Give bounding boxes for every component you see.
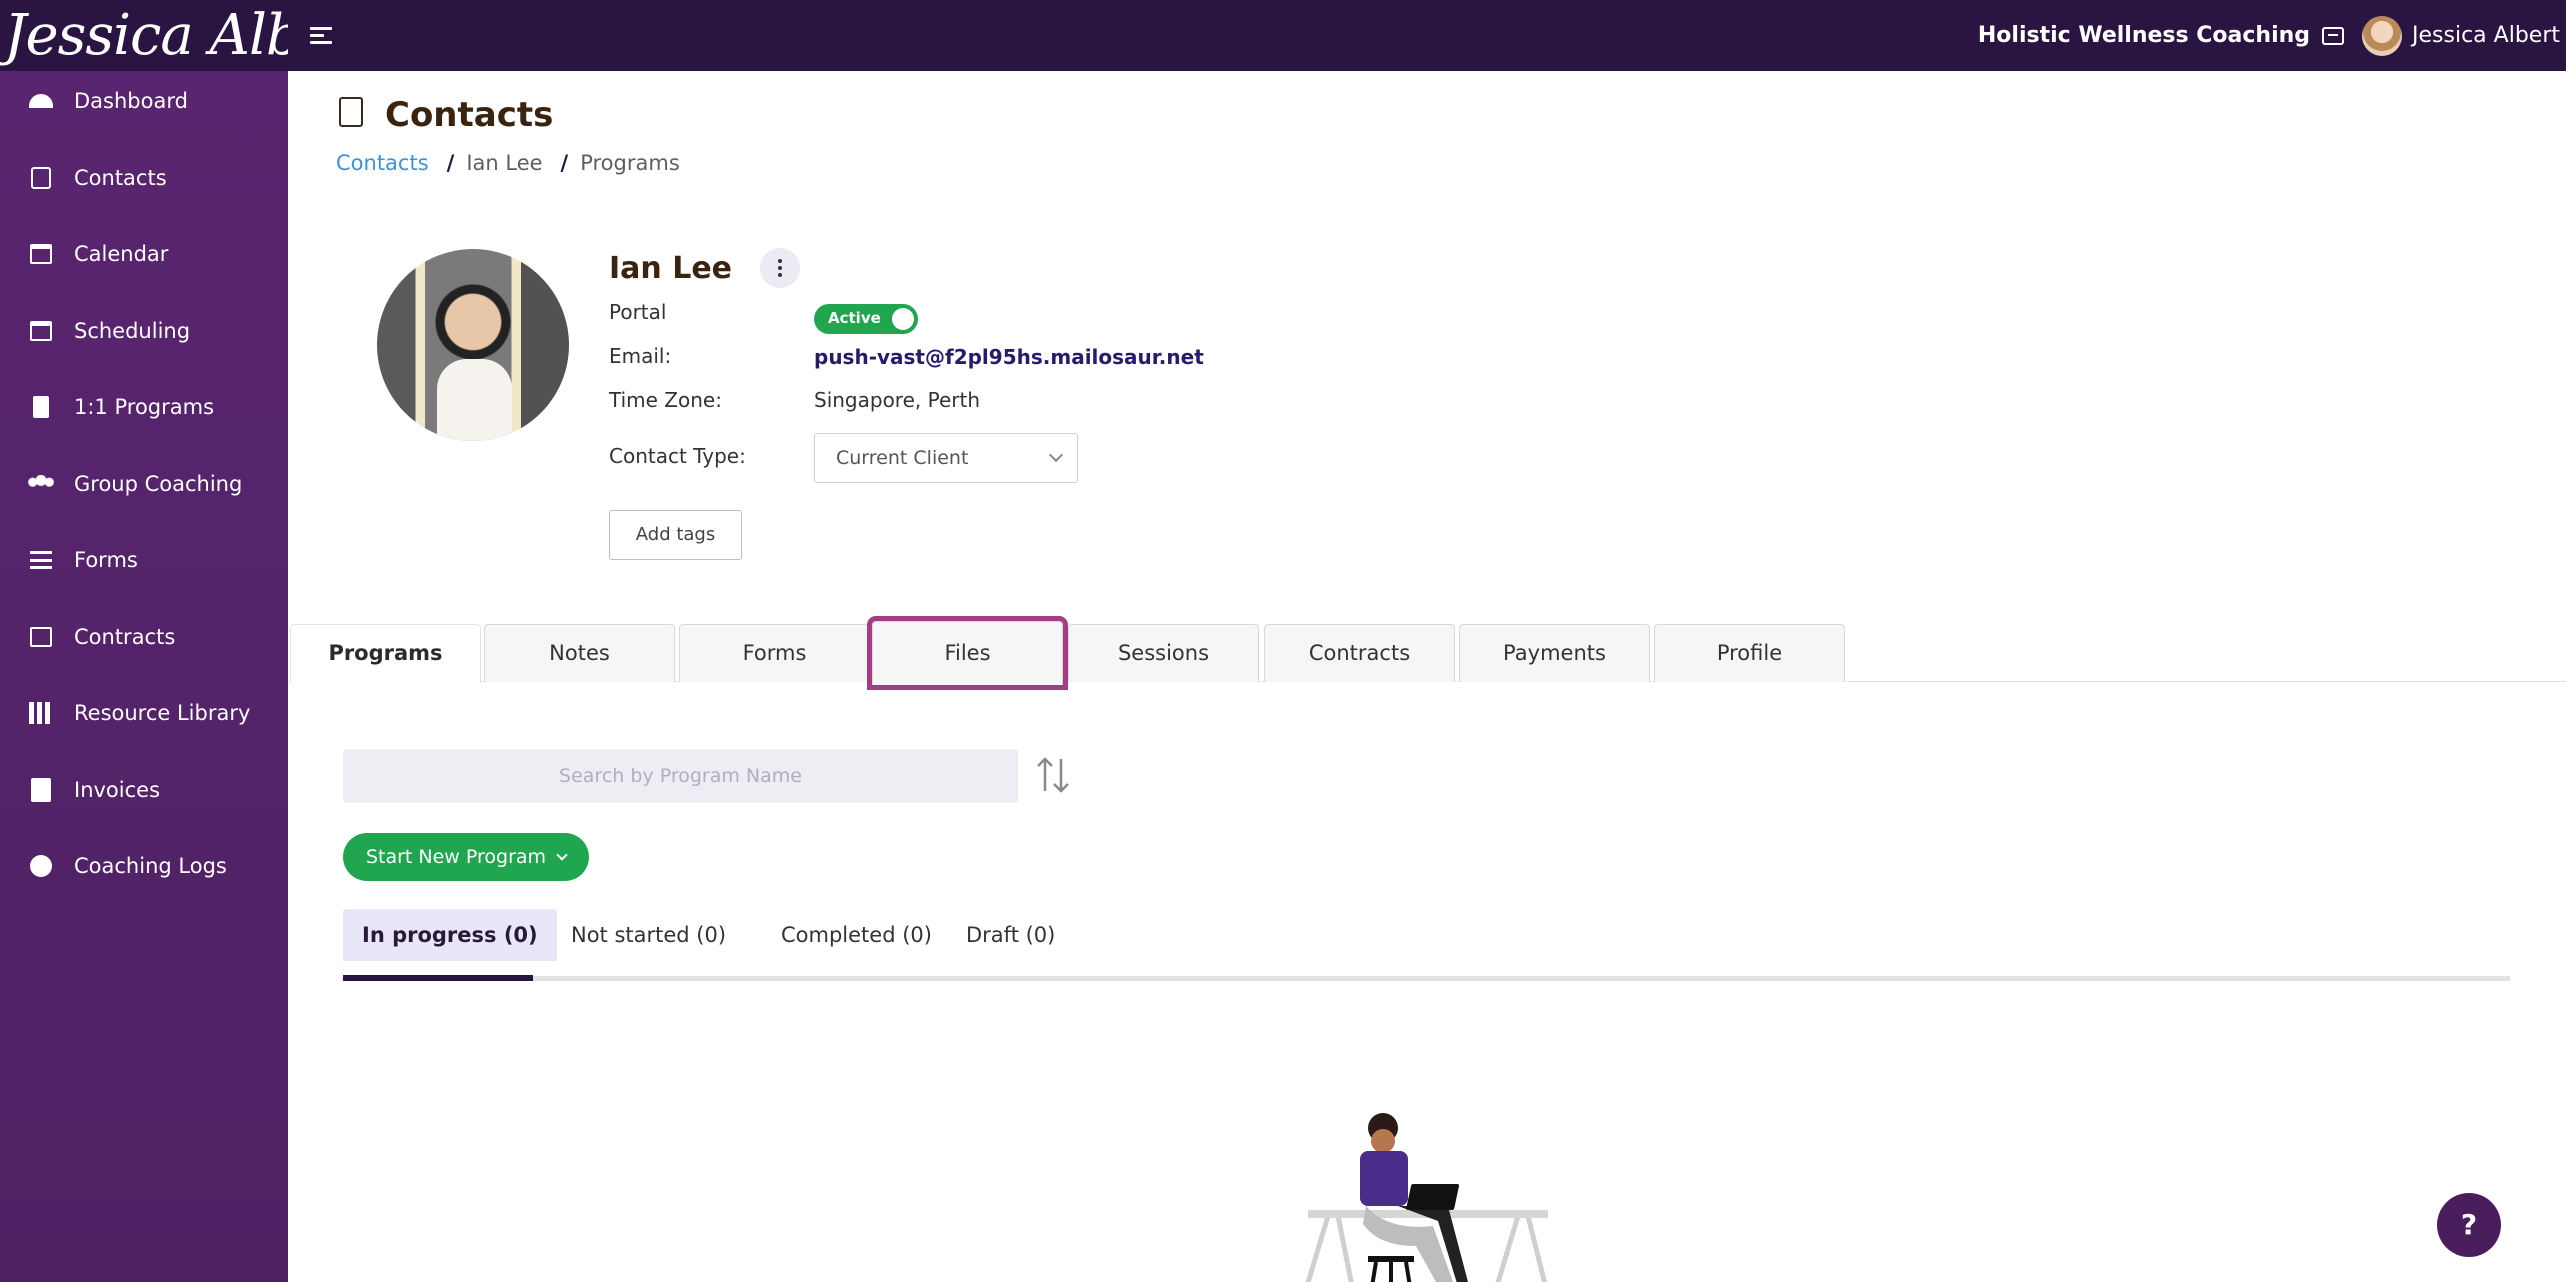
contact-avatar	[377, 249, 569, 441]
portal-toggle[interactable]: Active	[814, 304, 918, 334]
sidebar-item-contacts[interactable]: Contacts	[0, 148, 288, 208]
user-name[interactable]: Jessica Albert	[2412, 23, 2560, 48]
breadcrumb: Contacts / Ian Lee / Programs	[336, 151, 680, 175]
sidebar-item-label: 1:1 Programs	[74, 395, 215, 419]
sidebar-item-label: Contacts	[74, 166, 167, 190]
sidebar-item-invoices[interactable]: Invoices	[0, 760, 288, 820]
signature-icon	[28, 624, 54, 650]
dashboard-icon	[28, 88, 54, 114]
tab-programs[interactable]: Programs	[290, 624, 481, 683]
menu-toggle-icon[interactable]	[308, 22, 336, 50]
sidebar-item-forms[interactable]: Forms	[0, 530, 288, 590]
contact-name: Ian Lee	[609, 251, 733, 286]
timezone-value: Singapore, Perth	[814, 388, 981, 412]
sidebar-item-label: Coaching Logs	[74, 854, 227, 878]
tab-payments[interactable]: Payments	[1459, 624, 1650, 682]
sort-icon[interactable]	[1033, 753, 1073, 797]
user-avatar[interactable]	[2362, 15, 2403, 56]
contact-type-value: Current Client	[836, 447, 969, 469]
main-content: Contacts Contacts / Ian Lee / Programs I…	[288, 71, 2566, 1282]
portal-status: Active	[828, 309, 881, 327]
subtab-not-started[interactable]: Not started (0)	[552, 909, 745, 961]
contacts-book-icon	[339, 97, 363, 127]
sidebar-item-label: Resource Library	[74, 701, 251, 725]
subtab-active-indicator	[343, 975, 533, 981]
sidebar-item-label: Scheduling	[74, 319, 191, 343]
scheduling-icon	[28, 318, 54, 344]
clock-icon	[28, 853, 54, 879]
empty-state-illustration	[1305, 1113, 1548, 1282]
sidebar-item-scheduling[interactable]: Scheduling	[0, 301, 288, 361]
brand-logo[interactable]: Jessica Albert	[0, 0, 288, 71]
tab-files[interactable]: Files	[867, 616, 1068, 690]
sidebar-item-contracts[interactable]: Contracts	[0, 607, 288, 667]
program-search-input[interactable]	[343, 749, 1018, 803]
chevron-down-icon	[1048, 447, 1064, 463]
tab-sessions[interactable]: Sessions	[1068, 624, 1259, 682]
subtab-draft[interactable]: Draft (0)	[947, 909, 1074, 961]
start-new-program-label: Start New Program	[365, 846, 547, 868]
subtab-track	[343, 976, 2510, 981]
subtab-completed[interactable]: Completed (0)	[762, 909, 951, 961]
sidebar-item-label: Dashboard	[74, 89, 188, 113]
sidebar-item-label: Invoices	[74, 778, 161, 802]
tab-contracts[interactable]: Contracts	[1264, 624, 1455, 682]
help-button[interactable]: ?	[2437, 1193, 2501, 1257]
sidebar-item-calendar[interactable]: Calendar	[0, 224, 288, 284]
tab-profile[interactable]: Profile	[1654, 624, 1845, 682]
calendar-icon	[28, 241, 54, 267]
top-right-area: Holistic Wellness Coaching Jessica Alber…	[1978, 0, 2560, 71]
more-options-icon[interactable]	[760, 248, 800, 288]
tab-notes[interactable]: Notes	[484, 624, 675, 682]
contact-type-label: Contact Type:	[609, 444, 746, 468]
invoice-icon	[28, 777, 54, 803]
breadcrumb-current: Programs	[580, 151, 680, 175]
portal-label: Portal	[609, 300, 667, 324]
book-icon	[28, 394, 54, 420]
briefcase-icon[interactable]	[2322, 26, 2345, 45]
breadcrumb-separator: /	[560, 151, 569, 175]
business-name[interactable]: Holistic Wellness Coaching	[1978, 23, 2310, 48]
breadcrumb-contact-name: Ian Lee	[466, 151, 543, 175]
start-new-program-button[interactable]: Start New Program	[343, 833, 589, 881]
breadcrumb-contacts[interactable]: Contacts	[336, 151, 429, 175]
subtab-in-progress[interactable]: In progress (0)	[343, 909, 557, 961]
tab-forms[interactable]: Forms	[679, 624, 870, 682]
contact-type-select[interactable]: Current Client	[814, 433, 1078, 483]
sidebar-item-group-coaching[interactable]: Group Coaching	[0, 454, 288, 514]
library-icon	[28, 700, 54, 726]
page-title: Contacts	[385, 95, 554, 135]
sidebar: Dashboard Contacts Calendar Scheduling 1…	[0, 71, 288, 1282]
top-bar: Jessica Albert Holistic Wellness Coachin…	[0, 0, 2566, 71]
sidebar-item-label: Contracts	[74, 625, 176, 649]
email-label: Email:	[609, 344, 672, 368]
sidebar-item-resource-library[interactable]: Resource Library	[0, 683, 288, 743]
sidebar-item-dashboard[interactable]: Dashboard	[0, 71, 288, 131]
sidebar-item-label: Forms	[74, 548, 138, 572]
timezone-label: Time Zone:	[609, 388, 722, 412]
email-value[interactable]: push-vast@f2pl95hs.mailosaur.net	[814, 345, 1204, 369]
contacts-icon	[28, 165, 54, 191]
sidebar-item-label: Calendar	[74, 242, 169, 266]
group-icon	[28, 471, 54, 497]
sidebar-item-programs[interactable]: 1:1 Programs	[0, 377, 288, 437]
chevron-down-icon	[556, 849, 568, 861]
sidebar-item-label: Group Coaching	[74, 472, 243, 496]
toggle-knob	[892, 308, 914, 330]
breadcrumb-separator: /	[446, 151, 455, 175]
add-tags-button[interactable]: Add tags	[609, 510, 742, 560]
sidebar-item-coaching-logs[interactable]: Coaching Logs	[0, 836, 288, 896]
list-icon	[28, 547, 54, 573]
